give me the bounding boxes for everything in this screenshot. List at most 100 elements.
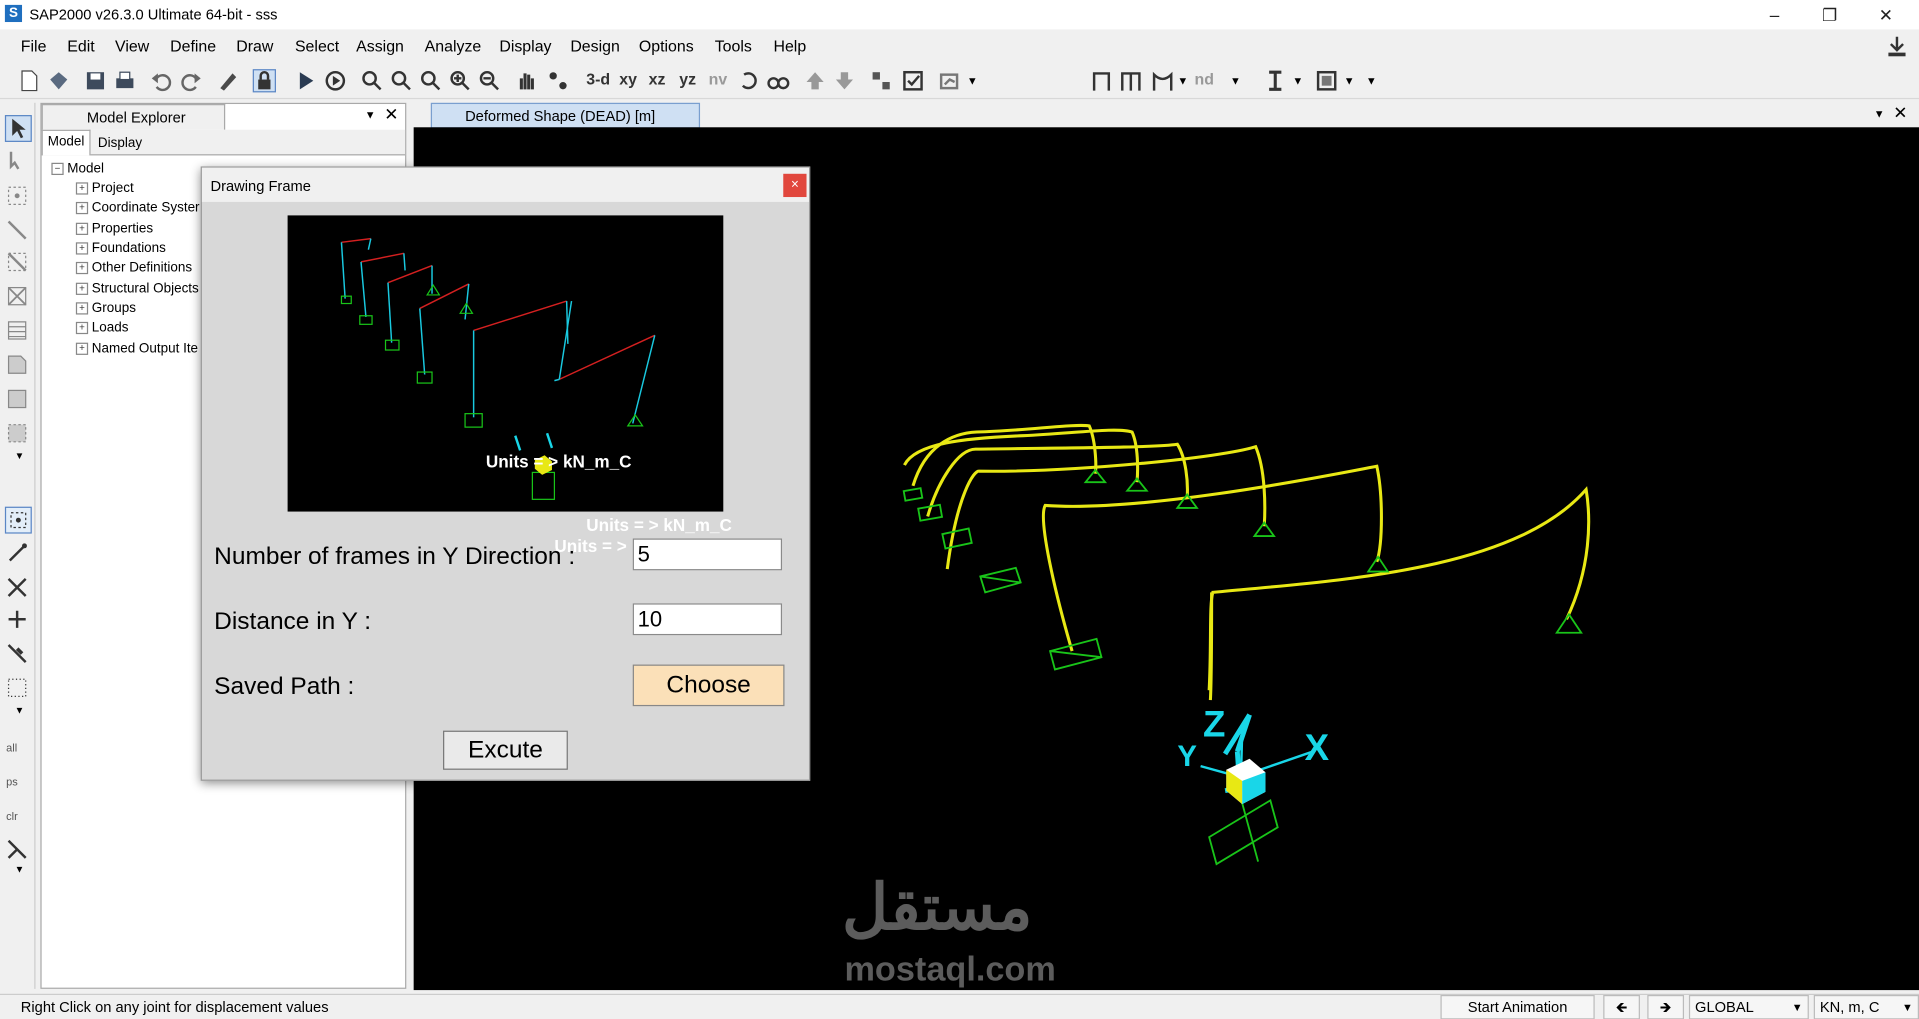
draw-frame-icon[interactable] bbox=[1089, 69, 1113, 93]
explorer-dropdown-icon[interactable]: ▼ bbox=[365, 109, 376, 121]
menu-display[interactable]: Display bbox=[499, 37, 551, 55]
view-close-icon[interactable]: ✕ bbox=[1893, 103, 1907, 124]
tab-model[interactable]: Model bbox=[41, 129, 91, 156]
frames-y-input[interactable] bbox=[632, 538, 783, 571]
next-step-button[interactable]: 🡺 bbox=[1647, 994, 1685, 1019]
view-nv-button[interactable]: nv bbox=[709, 70, 728, 88]
draw-line-icon[interactable] bbox=[5, 218, 29, 242]
draw-curved-frame-icon[interactable] bbox=[1150, 69, 1174, 93]
zoom-extent-icon[interactable] bbox=[419, 69, 443, 93]
pointer-icon[interactable] bbox=[4, 115, 32, 142]
chevron-down-icon[interactable]: ▼ bbox=[1366, 75, 1377, 87]
reshape-icon[interactable] bbox=[5, 149, 29, 173]
pan-icon[interactable] bbox=[514, 69, 538, 93]
chevron-down-icon[interactable]: ▼ bbox=[1177, 75, 1188, 87]
move-up-icon[interactable] bbox=[803, 69, 827, 93]
menu-file[interactable]: File bbox=[21, 37, 47, 55]
snap-lines-icon[interactable] bbox=[5, 641, 29, 665]
select-all-icon[interactable]: all bbox=[6, 742, 17, 754]
download-icon[interactable] bbox=[1885, 34, 1909, 58]
draw-cable-icon[interactable] bbox=[5, 250, 29, 274]
zoom-out-icon[interactable] bbox=[477, 69, 501, 93]
view-xz-button[interactable]: xz bbox=[649, 70, 666, 88]
menu-select[interactable]: Select bbox=[295, 37, 339, 55]
menu-help[interactable]: Help bbox=[773, 37, 806, 55]
chevron-down-icon[interactable]: ▼ bbox=[967, 75, 978, 87]
lock-icon[interactable] bbox=[252, 69, 276, 93]
start-animation-button[interactable]: Start Animation bbox=[1440, 994, 1595, 1019]
minimize-button[interactable]: – bbox=[1746, 0, 1802, 29]
undo-icon[interactable] bbox=[149, 69, 173, 93]
object-shrink-icon[interactable] bbox=[869, 69, 893, 93]
tree-item-coordinate-systems[interactable]: + Coordinate Syster bbox=[75, 201, 200, 215]
chevron-down-icon[interactable]: ▼ bbox=[15, 705, 25, 716]
menu-view[interactable]: View bbox=[115, 37, 149, 55]
chevron-down-icon[interactable]: ▼ bbox=[15, 450, 25, 461]
print-icon[interactable] bbox=[113, 69, 137, 93]
run-now-icon[interactable] bbox=[323, 69, 347, 93]
tree-root-model[interactable]: − Model bbox=[51, 162, 104, 176]
run-analysis-icon[interactable] bbox=[294, 69, 318, 93]
view-xy-button[interactable]: xy bbox=[619, 70, 637, 88]
show-results-icon[interactable] bbox=[937, 69, 961, 93]
menu-assign[interactable]: Assign bbox=[356, 37, 404, 55]
maximize-button[interactable]: ❐ bbox=[1802, 0, 1858, 29]
excute-button[interactable]: Excute bbox=[443, 730, 568, 770]
menu-analyze[interactable]: Analyze bbox=[425, 37, 482, 55]
move-down-icon[interactable] bbox=[832, 69, 856, 93]
chevron-down-icon[interactable]: ▼ bbox=[1292, 75, 1303, 87]
clear-selection-icon[interactable]: clr bbox=[6, 810, 18, 822]
chevron-down-icon[interactable]: ▼ bbox=[1230, 75, 1241, 87]
menu-draw[interactable]: Draw bbox=[236, 37, 273, 55]
draw-rectangular-area-icon[interactable] bbox=[5, 387, 29, 411]
menu-design[interactable]: Design bbox=[570, 37, 620, 55]
snap-line-ends-icon[interactable] bbox=[5, 541, 29, 565]
open-model-icon[interactable] bbox=[47, 69, 71, 93]
snap-fine-grid-icon[interactable] bbox=[5, 676, 29, 700]
draw-secondary-beam-icon[interactable] bbox=[5, 318, 29, 342]
new-file-icon[interactable] bbox=[17, 69, 41, 93]
tree-item-loads[interactable]: + Loads bbox=[75, 321, 128, 335]
tree-item-named-output[interactable]: + Named Output Ite bbox=[75, 341, 198, 356]
snap-perpendicular-icon[interactable] bbox=[5, 607, 29, 631]
tree-item-project[interactable]: + Project bbox=[75, 181, 134, 196]
zoom-in-icon[interactable] bbox=[448, 69, 472, 93]
perspective-icon[interactable] bbox=[766, 69, 790, 93]
intersecting-line-icon[interactable] bbox=[5, 837, 29, 861]
save-icon[interactable] bbox=[83, 69, 107, 93]
draw-area-icon[interactable] bbox=[5, 352, 29, 376]
choose-path-button[interactable]: Choose bbox=[632, 664, 785, 707]
explorer-close-icon[interactable]: ✕ bbox=[384, 104, 398, 125]
distance-y-input[interactable] bbox=[632, 603, 783, 636]
draw-joint-icon[interactable] bbox=[5, 184, 29, 208]
zoom-restore-icon[interactable] bbox=[389, 69, 413, 93]
previous-selection-icon[interactable]: ps bbox=[6, 776, 18, 788]
pencil-icon[interactable] bbox=[215, 69, 239, 93]
rubber-band-icon[interactable] bbox=[546, 69, 570, 93]
menu-edit[interactable]: Edit bbox=[67, 37, 94, 55]
menu-tools[interactable]: Tools bbox=[715, 37, 752, 55]
previous-step-button[interactable]: 🡸 bbox=[1603, 994, 1640, 1019]
section-icon[interactable] bbox=[1263, 69, 1287, 93]
zoom-window-icon[interactable] bbox=[360, 69, 384, 93]
snap-intersections-icon[interactable] bbox=[5, 575, 29, 599]
tree-item-groups[interactable]: + Groups bbox=[75, 301, 136, 316]
rotate-icon[interactable] bbox=[737, 69, 761, 93]
quick-draw-frame-icon[interactable] bbox=[1119, 69, 1143, 93]
coordinate-system-select[interactable]: GLOBAL ▼ bbox=[1688, 994, 1809, 1019]
menu-define[interactable]: Define bbox=[170, 37, 216, 55]
chevron-down-icon[interactable]: ▼ bbox=[1344, 75, 1355, 87]
area-section-icon[interactable] bbox=[1314, 69, 1338, 93]
tree-item-other-definitions[interactable]: + Other Definitions bbox=[75, 261, 192, 275]
redo-icon[interactable] bbox=[179, 69, 203, 93]
tab-display[interactable]: Display bbox=[91, 132, 150, 154]
tree-item-structural-objects[interactable]: + Structural Objects bbox=[75, 281, 199, 296]
units-select[interactable]: KN, m, C ▼ bbox=[1813, 994, 1919, 1019]
tree-item-properties[interactable]: + Properties bbox=[75, 222, 153, 236]
view-yz-button[interactable]: yz bbox=[679, 70, 696, 88]
view-dropdown-icon[interactable]: ▼ bbox=[1874, 108, 1885, 120]
nd-button[interactable]: nd bbox=[1194, 70, 1213, 88]
close-window-button[interactable]: ✕ bbox=[1858, 0, 1914, 29]
draw-brace-icon[interactable] bbox=[5, 284, 29, 308]
dialog-close-button[interactable]: × bbox=[783, 173, 807, 198]
